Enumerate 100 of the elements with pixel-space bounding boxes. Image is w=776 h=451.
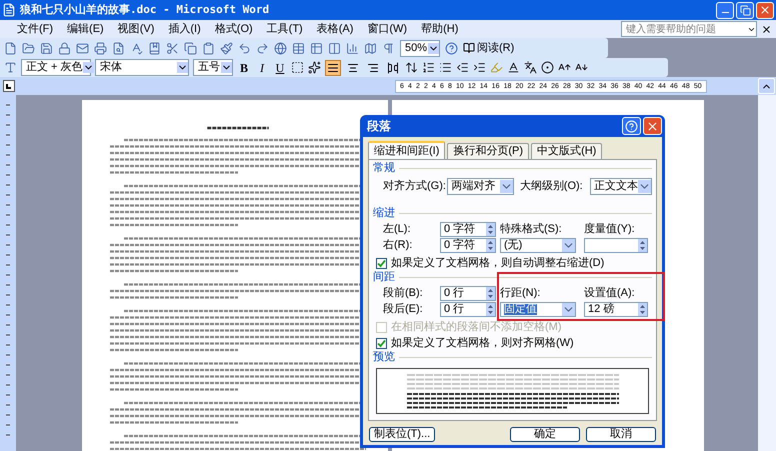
- menu-item[interactable]: 插入(I): [161, 20, 208, 38]
- underline-button[interactable]: U: [273, 62, 287, 74]
- distributed-icon[interactable]: [385, 60, 401, 76]
- special-format-dropdown[interactable]: (无): [500, 238, 576, 253]
- minimize-button[interactable]: [716, 2, 734, 18]
- space-after-spinner[interactable]: 0 行: [440, 302, 496, 317]
- menu-item[interactable]: 视图(V): [110, 20, 162, 38]
- spinner-arrows-icon[interactable]: [638, 303, 647, 316]
- character-border-icon[interactable]: [291, 61, 304, 74]
- mail-icon[interactable]: [76, 42, 89, 54]
- checkbox[interactable]: [376, 258, 387, 269]
- read-button[interactable]: 阅读(R): [463, 40, 514, 56]
- globe-icon[interactable]: [274, 42, 287, 54]
- dialog-tab[interactable]: 中文版式(H): [531, 143, 602, 159]
- brush-icon[interactable]: [220, 42, 233, 54]
- field-label: 段前(B):: [383, 288, 424, 299]
- help-search-field[interactable]: 键入需要帮助的问题: [621, 21, 757, 37]
- style-dropdown[interactable]: 正文 + 灰色: [21, 59, 91, 76]
- sparkle-icon[interactable]: [308, 61, 321, 74]
- languages-icon[interactable]: [524, 61, 537, 74]
- space-before-spinner[interactable]: 0 行: [440, 286, 496, 301]
- print-preview-icon[interactable]: [112, 42, 125, 54]
- alignment-dropdown[interactable]: 两端对齐: [447, 178, 514, 195]
- spinner-arrows-icon[interactable]: [486, 239, 495, 252]
- dialog-tab[interactable]: 换行和分页(P): [447, 143, 530, 159]
- menu-item[interactable]: 格式(O): [208, 20, 260, 38]
- chart-icon[interactable]: [346, 42, 359, 54]
- left-indent-spinner[interactable]: 0 字符: [440, 222, 496, 237]
- document-icon: [2, 3, 16, 17]
- pilcrow-icon[interactable]: [382, 42, 395, 54]
- spreadsheet-icon[interactable]: [310, 42, 323, 54]
- field-label: 大纲级别(O):: [520, 181, 584, 192]
- outline-level-dropdown[interactable]: 正文文本: [590, 178, 652, 195]
- paste-icon[interactable]: [202, 42, 215, 54]
- scroll-up-button[interactable]: [758, 78, 775, 94]
- menu-item[interactable]: 窗口(W): [360, 20, 414, 38]
- ok-button[interactable]: 确定: [510, 427, 580, 442]
- tab-stops-button[interactable]: 制表位(T)...: [369, 427, 436, 442]
- line-spacing-icon[interactable]: [405, 61, 418, 74]
- close-button[interactable]: [643, 117, 662, 135]
- print-icon[interactable]: [94, 42, 107, 54]
- columns-icon[interactable]: [328, 42, 341, 54]
- align-justify-icon[interactable]: [325, 60, 341, 76]
- menu-item[interactable]: 表格(A): [310, 20, 360, 38]
- tab-selector[interactable]: [3, 80, 15, 92]
- indent-amount-spinner[interactable]: [584, 238, 648, 253]
- checkmark-icon: [377, 259, 386, 268]
- checkbox-label: 如果定义了文档网格，则自动调整右缩进(D): [391, 258, 604, 269]
- close-icon: [759, 4, 771, 16]
- checkmark-icon: [377, 339, 386, 348]
- section-heading: 常规: [373, 163, 395, 174]
- checkbox-label: 如果定义了文档网格，则对齐网格(W): [391, 338, 574, 349]
- book-icon[interactable]: [148, 42, 161, 54]
- close-icon[interactable]: [761, 24, 772, 34]
- circle-dot-icon[interactable]: [541, 61, 554, 74]
- field-label: 行距(N):: [500, 286, 542, 301]
- redo-icon[interactable]: [256, 42, 269, 54]
- new-document-icon[interactable]: [4, 42, 17, 54]
- menu-item[interactable]: 编辑(E): [60, 20, 111, 38]
- open-folder-icon[interactable]: [22, 42, 35, 54]
- decrease-indent-icon[interactable]: [456, 61, 469, 74]
- dialog-title: 段落: [367, 118, 391, 135]
- styles-icon[interactable]: [4, 61, 17, 74]
- cancel-button[interactable]: 取消: [586, 427, 656, 442]
- copy-icon[interactable]: [184, 42, 197, 54]
- cut-icon[interactable]: [166, 42, 179, 54]
- font-dropdown[interactable]: 宋体: [95, 59, 189, 76]
- italic-button[interactable]: I: [255, 62, 269, 74]
- help-icon[interactable]: [445, 42, 458, 54]
- spacing-value-spinner[interactable]: 12 磅: [584, 302, 648, 317]
- close-button[interactable]: [756, 2, 774, 18]
- bold-button[interactable]: B: [237, 62, 251, 74]
- restore-button[interactable]: [736, 2, 754, 18]
- field-label: 设置值(A):: [584, 286, 636, 301]
- spinner-arrows-icon[interactable]: [486, 223, 495, 236]
- numbered-list-icon[interactable]: [422, 61, 435, 74]
- spinner-arrows-icon[interactable]: [486, 287, 495, 300]
- right-indent-spinner[interactable]: 0 字符: [440, 238, 496, 253]
- undo-icon[interactable]: [238, 42, 251, 54]
- font-size-dropdown[interactable]: 五号: [193, 59, 233, 76]
- spinner-arrows-icon[interactable]: [638, 239, 647, 252]
- map-icon[interactable]: [364, 42, 377, 54]
- dialog-tab[interactable]: 缩进和间距(I): [368, 141, 446, 159]
- table-icon[interactable]: [292, 42, 305, 54]
- menu-item[interactable]: 文件(F): [10, 20, 60, 38]
- help-button[interactable]: [622, 117, 641, 135]
- menu-item[interactable]: 工具(T): [260, 20, 310, 38]
- spinner-arrows-icon[interactable]: [486, 303, 495, 316]
- menu-item[interactable]: 帮助(H): [414, 20, 466, 38]
- section-heading: 缩进: [373, 208, 395, 219]
- checkbox[interactable]: [376, 338, 387, 349]
- increase-indent-icon[interactable]: [473, 61, 486, 74]
- font-color-icon[interactable]: [507, 61, 520, 74]
- zoom-dropdown[interactable]: 50%: [400, 40, 440, 56]
- section-heading: 预览: [373, 352, 395, 363]
- save-icon[interactable]: [40, 42, 53, 54]
- window-title: 狼和七只小山羊的故事.doc - Microsoft Word: [20, 2, 270, 18]
- lock-icon[interactable]: [58, 42, 71, 54]
- section-heading: 间距: [373, 272, 395, 283]
- spell-check-icon[interactable]: [130, 42, 143, 54]
